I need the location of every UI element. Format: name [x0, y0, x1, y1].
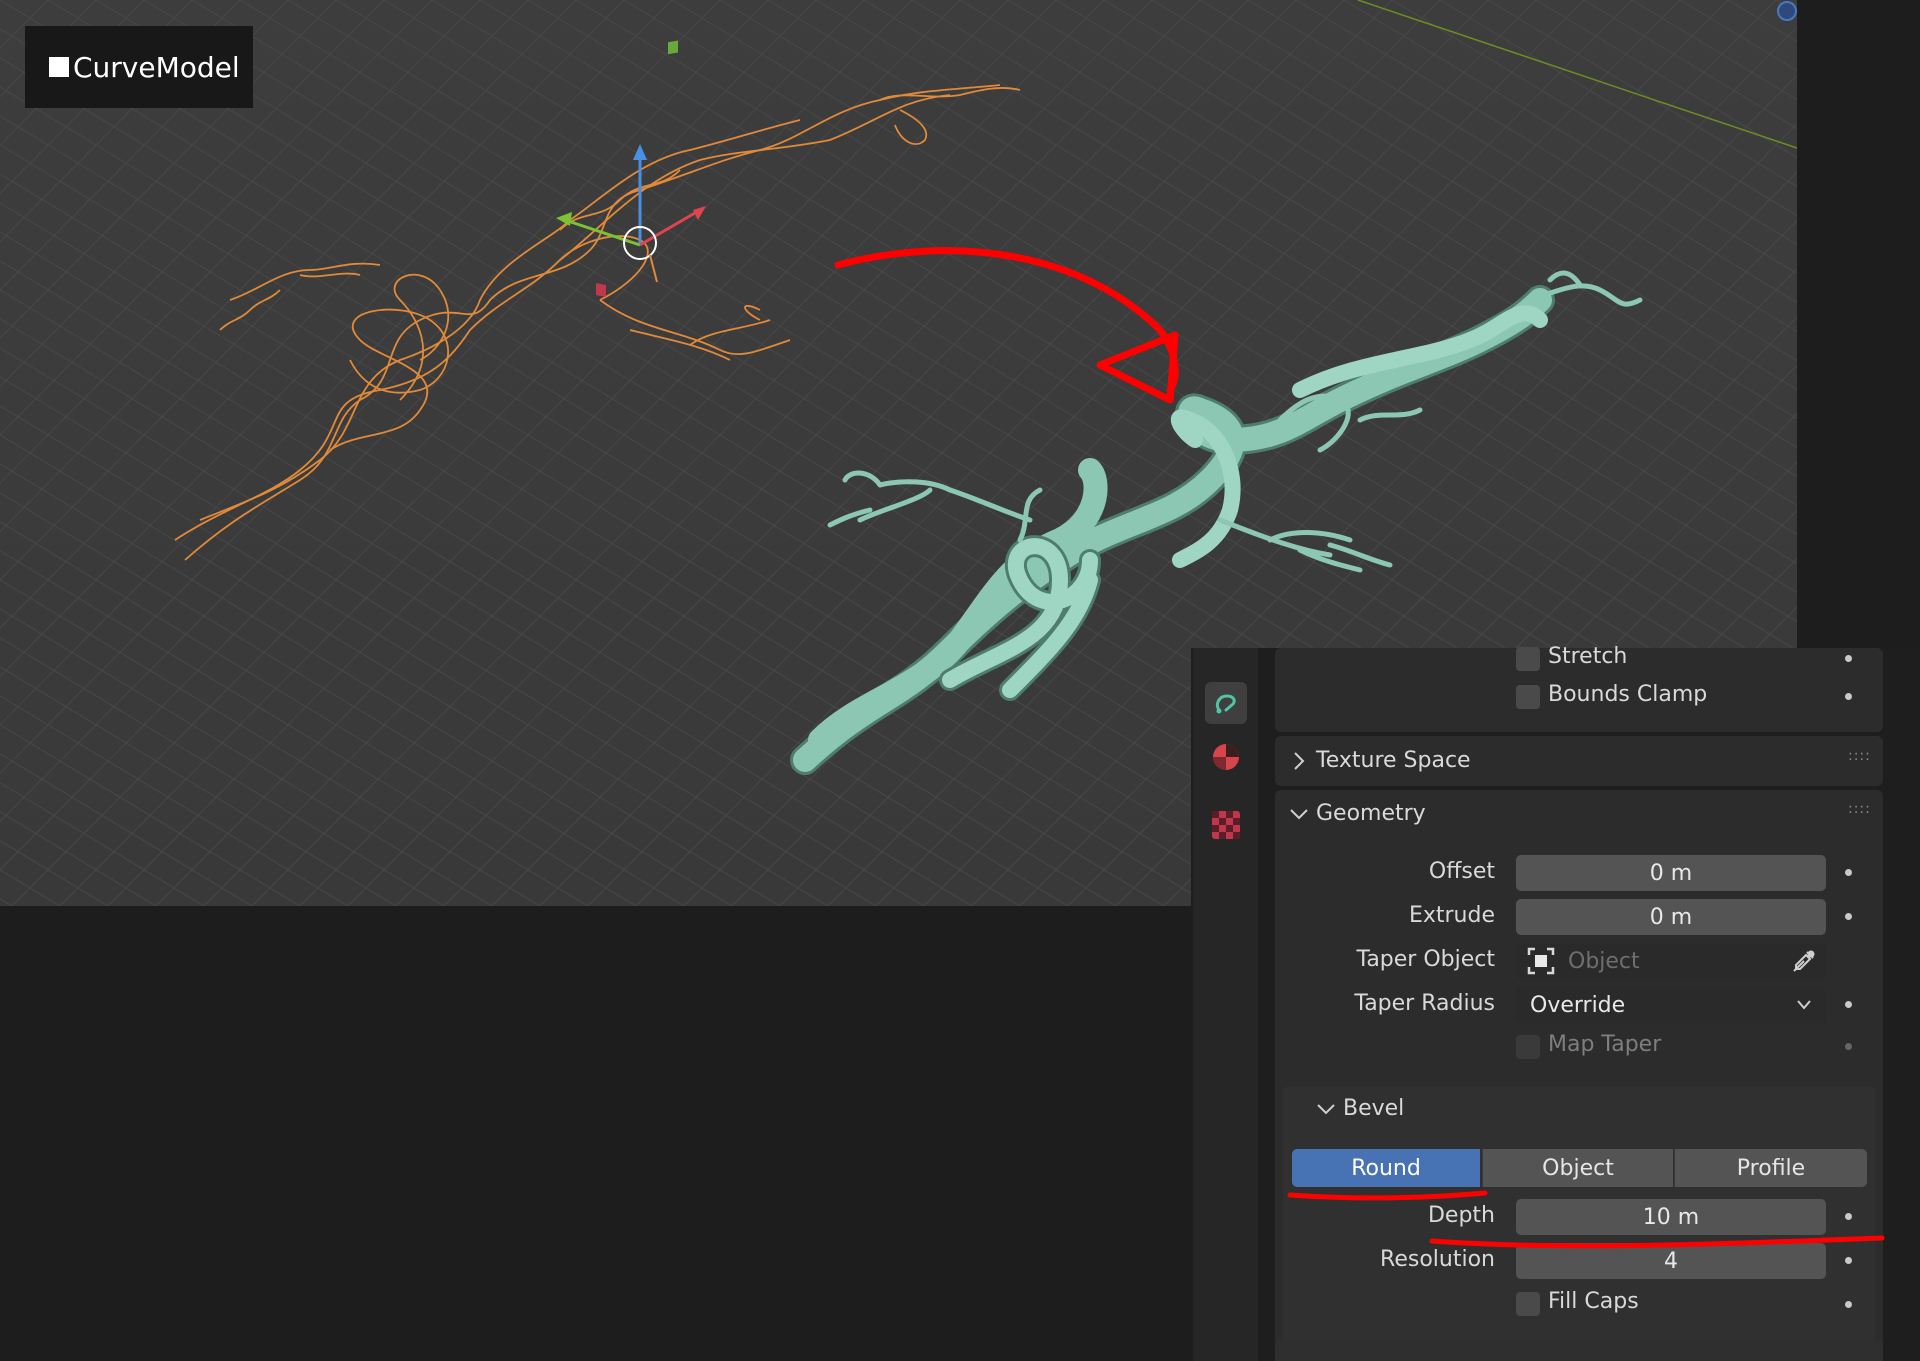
stretch-label: Stretch [1548, 644, 1628, 669]
taper-radius-keyframe-dot[interactable] [1845, 1001, 1852, 1008]
next-panel-header[interactable] [1275, 1340, 1883, 1361]
object-name: CurveModel [73, 50, 240, 84]
offset-label: Offset [1428, 859, 1495, 884]
texture-tab[interactable] [1205, 804, 1247, 846]
depth-label: Depth [1427, 1203, 1495, 1228]
resolution-field[interactable]: 4 [1516, 1243, 1826, 1279]
geometry-header[interactable]: Geometry [1316, 801, 1426, 826]
chevron-right-icon [1294, 752, 1305, 770]
material-tab[interactable] [1205, 736, 1247, 778]
curve-icon [1215, 694, 1236, 714]
stretch-checkbox[interactable] [1516, 647, 1540, 671]
taper-object-placeholder: Object [1568, 948, 1640, 974]
chevron-down-icon [1797, 1000, 1811, 1010]
eyedropper-icon[interactable] [1790, 947, 1818, 975]
annotation-arrow [834, 247, 1179, 404]
bounds-clamp-label: Bounds Clamp [1548, 682, 1708, 707]
bounds-clamp-checkbox[interactable] [1516, 685, 1540, 709]
object-name-overlay: CurveModel [25, 26, 253, 108]
checker-texture-icon [1212, 811, 1240, 839]
curve-wireframe[interactable] [174, 84, 1021, 561]
taper-radius-dropdown[interactable]: Override [1516, 987, 1826, 1023]
taper-radius-label: Taper Radius [1354, 991, 1495, 1016]
resolution-label: Resolution [1380, 1247, 1495, 1272]
map-taper-checkbox[interactable] [1516, 1035, 1540, 1059]
navigation-gizmo-icon[interactable] [1777, 1, 1797, 21]
chevron-down-icon [1317, 1104, 1335, 1115]
extrude-keyframe-dot[interactable] [1845, 913, 1852, 920]
fill-caps-label: Fill Caps [1548, 1289, 1639, 1314]
bevel-mode-round[interactable]: Round [1292, 1149, 1480, 1187]
viewport-side-strip [1797, 0, 1920, 648]
depth-field[interactable]: 10 m [1516, 1199, 1826, 1235]
curve-data-tab[interactable] [1205, 682, 1247, 724]
bounds-clamp-keyframe-dot[interactable] [1845, 693, 1852, 700]
z-arrow-icon [633, 144, 647, 160]
drag-handle-icon[interactable]: :::: [1848, 748, 1871, 764]
taper-radius-value: Override [1530, 992, 1626, 1018]
chevron-down-icon [1290, 809, 1308, 820]
depth-keyframe-dot[interactable] [1845, 1213, 1852, 1220]
bevel-header[interactable]: Bevel [1343, 1096, 1404, 1121]
offset-field[interactable]: 0 m [1516, 855, 1826, 891]
drag-handle-icon[interactable]: :::: [1848, 801, 1871, 817]
fill-caps-checkbox[interactable] [1516, 1292, 1540, 1316]
extrude-field[interactable]: 0 m [1516, 899, 1826, 935]
taper-object-label: Taper Object [1356, 947, 1495, 972]
properties-tab-bar [1193, 648, 1258, 1361]
map-taper-keyframe-dot[interactable] [1845, 1043, 1852, 1050]
object-icon [1527, 947, 1555, 975]
object-color-square [49, 57, 69, 77]
fill-caps-keyframe-dot[interactable] [1845, 1301, 1852, 1308]
offset-keyframe-dot[interactable] [1845, 869, 1852, 876]
texture-space-header[interactable]: Texture Space [1316, 748, 1471, 773]
material-sphere-icon [1213, 744, 1239, 770]
resolution-keyframe-dot[interactable] [1845, 1257, 1852, 1264]
taper-object-field[interactable]: Object [1516, 943, 1826, 979]
bevel-mode-object[interactable]: Object [1482, 1149, 1673, 1187]
y-axis-line [1357, 0, 1797, 149]
x-arrow-icon [693, 206, 706, 220]
map-taper-label: Map Taper [1548, 1032, 1662, 1057]
extrude-label: Extrude [1408, 903, 1495, 928]
stretch-keyframe-dot[interactable] [1845, 655, 1852, 662]
bevel-mode-profile[interactable]: Profile [1674, 1149, 1867, 1187]
y-arrow-icon [556, 212, 572, 226]
